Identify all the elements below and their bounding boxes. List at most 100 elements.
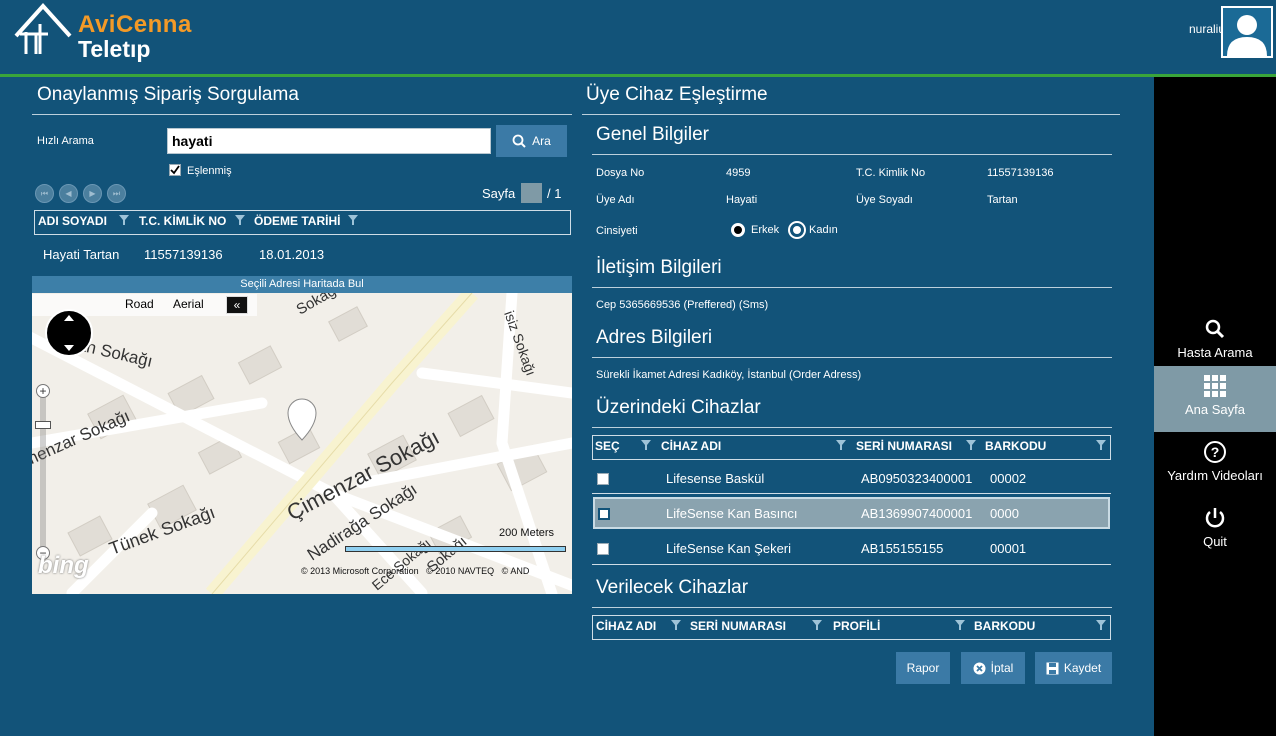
column-header[interactable]: ADI SOYADI bbox=[38, 214, 107, 228]
divider bbox=[592, 607, 1112, 608]
gender-male-radio[interactable] bbox=[731, 223, 745, 237]
sidebar-item-ana-sayfa[interactable]: Ana Sayfa bbox=[1154, 366, 1276, 432]
cell-serial: AB0950323400001 bbox=[861, 471, 973, 486]
avatar[interactable] bbox=[1221, 6, 1273, 58]
column-header[interactable]: ÖDEME TARİHİ bbox=[254, 214, 340, 228]
filter-icon[interactable] bbox=[671, 620, 681, 630]
column-header[interactable]: CİHAZ ADI bbox=[661, 439, 721, 453]
cell-barcode: 00001 bbox=[990, 541, 1027, 556]
column-header[interactable]: SERİ NUMARASI bbox=[856, 439, 952, 453]
aerial-view-button[interactable]: Aerial bbox=[173, 297, 204, 311]
search-button[interactable]: Ara bbox=[496, 125, 567, 157]
collapse-toolbar-button[interactable]: « bbox=[226, 296, 248, 314]
save-button-label: Kaydet bbox=[1063, 661, 1102, 675]
row-checkbox[interactable] bbox=[598, 508, 610, 520]
filter-icon[interactable] bbox=[836, 440, 846, 450]
report-button[interactable]: Rapor bbox=[896, 652, 950, 684]
devices-title: Üzerindeki Cihazlar bbox=[596, 397, 761, 418]
gender-label: Cinsiyeti bbox=[596, 225, 638, 237]
sidebar-item-label: Ana Sayfa bbox=[1185, 402, 1245, 417]
column-header[interactable]: T.C. KİMLİK NO bbox=[139, 214, 226, 228]
last-name-value: Tartan bbox=[987, 194, 1018, 206]
map[interactable]: Çimenzar Sokağı Tünek Sokağı Nadirağa So… bbox=[32, 276, 572, 594]
column-header[interactable]: SEÇ bbox=[595, 439, 620, 453]
bing-logo: bing bbox=[38, 552, 89, 579]
filter-icon[interactable] bbox=[812, 620, 822, 630]
prev-page-button[interactable]: ◀ bbox=[59, 184, 78, 203]
gender-female-label: Kadın bbox=[809, 224, 838, 236]
checkmark-icon bbox=[170, 165, 180, 175]
column-header[interactable]: CİHAZ ADI bbox=[596, 619, 656, 633]
devices-table-header: SEÇ CİHAZ ADI SERİ NUMARASI BARKODU bbox=[592, 435, 1111, 460]
zoom-handle[interactable] bbox=[35, 421, 51, 429]
cell-barcode: 0000 bbox=[990, 506, 1019, 521]
map-header: Seçili Adresi Haritada Bul bbox=[32, 276, 572, 293]
cancel-icon bbox=[973, 662, 986, 674]
general-info-title: Genel Bilgiler bbox=[596, 124, 709, 145]
zoom-in-button[interactable]: + bbox=[36, 384, 50, 398]
table-row[interactable]: LifeSense Kan Şekeri AB155155155 00001 bbox=[592, 532, 1111, 565]
file-no-value: 4959 bbox=[726, 167, 751, 179]
next-page-button[interactable]: ▶ bbox=[83, 184, 102, 203]
left-panel-title: Onaylanmış Sipariş Sorgulama bbox=[37, 84, 299, 105]
search-input[interactable] bbox=[167, 128, 491, 154]
first-name-label: Üye Adı bbox=[596, 194, 635, 206]
street-label: Sokağı bbox=[294, 293, 343, 318]
matched-checkbox[interactable] bbox=[169, 164, 181, 176]
column-header[interactable]: BARKODU bbox=[974, 619, 1035, 633]
table-row[interactable]: Hayati Tartan 11557139136 18.01.2013 bbox=[34, 244, 571, 266]
first-name-value: Hayati bbox=[726, 194, 758, 206]
username: nuraliu bbox=[1188, 22, 1225, 36]
pan-down-icon[interactable] bbox=[64, 345, 74, 351]
column-header[interactable]: BARKODU bbox=[985, 439, 1046, 453]
divider bbox=[32, 114, 572, 115]
filter-icon[interactable] bbox=[966, 440, 976, 450]
filter-icon[interactable] bbox=[1096, 620, 1106, 630]
gender-female-radio[interactable] bbox=[790, 223, 804, 237]
filter-icon[interactable] bbox=[641, 440, 651, 450]
floppy-disk-icon bbox=[1046, 662, 1059, 674]
map-pan-control[interactable] bbox=[45, 309, 93, 357]
help-icon: ? bbox=[1204, 441, 1226, 463]
sidebar-item-quit[interactable]: Quit bbox=[1154, 498, 1276, 564]
first-page-button[interactable]: ⏮ bbox=[35, 184, 54, 203]
quick-search-label: Hızlı Arama bbox=[37, 135, 94, 147]
zoom-slider[interactable] bbox=[40, 386, 46, 556]
table-row[interactable]: LifeSense Kan Basıncı AB1369907400001 00… bbox=[593, 497, 1110, 529]
search-button-label: Ara bbox=[532, 134, 551, 148]
cell-barcode: 00002 bbox=[990, 471, 1027, 486]
pan-up-icon[interactable] bbox=[64, 315, 74, 321]
map-scale-bar bbox=[345, 546, 566, 552]
filter-icon[interactable] bbox=[348, 215, 358, 225]
address-line: Sürekli İkamet Adresi Kadıköy, İstanbul … bbox=[596, 369, 862, 381]
to-give-table-header: CİHAZ ADI SERİ NUMARASI PROFİLİ BARKODU bbox=[592, 615, 1111, 640]
column-header[interactable]: PROFİLİ bbox=[833, 619, 880, 633]
cancel-button[interactable]: İptal bbox=[961, 652, 1025, 684]
page-number-input[interactable] bbox=[521, 183, 542, 203]
row-checkbox[interactable] bbox=[597, 473, 609, 485]
search-icon bbox=[512, 134, 526, 148]
last-page-button[interactable]: ⏭ bbox=[107, 184, 126, 203]
cancel-button-label: İptal bbox=[990, 661, 1014, 675]
contact-line: Cep 5365669536 (Preffered) (Sms) bbox=[596, 299, 769, 311]
filter-icon[interactable] bbox=[235, 215, 245, 225]
sidebar-item-label: Yardım Videoları bbox=[1167, 468, 1263, 483]
divider bbox=[592, 427, 1112, 428]
column-header[interactable]: SERİ NUMARASI bbox=[690, 619, 786, 633]
table-row[interactable]: Lifesense Baskül AB0950323400001 00002 bbox=[592, 462, 1111, 494]
road-view-button[interactable]: Road bbox=[125, 297, 154, 311]
gender-male-label: Erkek bbox=[751, 224, 780, 236]
matched-label: Eşlenmiş bbox=[187, 165, 232, 177]
divider bbox=[592, 287, 1112, 288]
filter-icon[interactable] bbox=[1096, 440, 1106, 450]
grid-icon bbox=[1204, 375, 1226, 397]
cell-device-name: LifeSense Kan Şekeri bbox=[666, 541, 792, 556]
save-button[interactable]: Kaydet bbox=[1035, 652, 1112, 684]
filter-icon[interactable] bbox=[955, 620, 965, 630]
filter-icon[interactable] bbox=[119, 215, 129, 225]
orders-table-header: ADI SOYADI T.C. KİMLİK NO ÖDEME TARİHİ bbox=[34, 210, 571, 235]
row-checkbox[interactable] bbox=[597, 543, 609, 555]
sidebar-item-yardim-videolari[interactable]: ? Yardım Videoları bbox=[1154, 432, 1276, 498]
map-scale-label: 200 Meters bbox=[499, 527, 555, 539]
logo-icon bbox=[14, 3, 72, 54]
